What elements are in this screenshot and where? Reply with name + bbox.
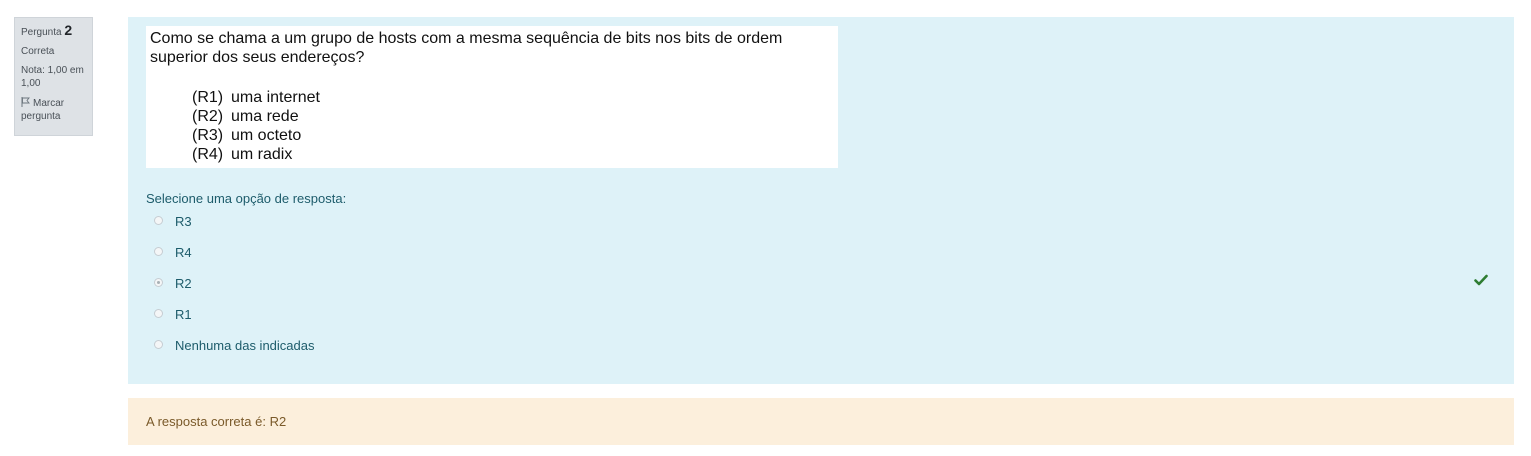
answer-label: Nenhuma das indicadas — [175, 338, 315, 353]
answer-options: R3 R4 R2 R1 Nenhuma das indicadas — [154, 214, 314, 369]
answer-option-r4[interactable]: R4 — [154, 245, 314, 276]
flag-question-link[interactable]: Marcar pergunta — [21, 97, 86, 123]
answer-option-r2[interactable]: R2 — [154, 276, 314, 307]
question-grade: Nota: 1,00 em 1,00 — [21, 65, 84, 89]
radio-button[interactable] — [154, 247, 163, 256]
question-option: (R1) uma internet — [192, 88, 320, 107]
option-text: um radix — [231, 146, 293, 163]
question-state: Correta — [21, 46, 55, 57]
option-text: uma internet — [231, 89, 320, 106]
answer-option-r1[interactable]: R1 — [154, 307, 314, 338]
option-code: (R1) — [192, 89, 224, 106]
option-code: (R4) — [192, 146, 224, 163]
flag-icon — [21, 97, 30, 107]
option-text: uma rede — [231, 108, 299, 125]
answer-prompt: Selecione uma opção de resposta: — [146, 191, 347, 206]
question-option: (R2) uma rede — [192, 107, 320, 126]
radio-button[interactable] — [154, 309, 163, 318]
answer-option-none[interactable]: Nenhuma das indicadas — [154, 338, 314, 369]
option-code: (R3) — [192, 127, 224, 144]
answer-label: R3 — [175, 214, 192, 229]
question-image: Como se chama a um grupo de hosts com a … — [146, 26, 838, 168]
question-option: (R3) um octeto — [192, 126, 320, 145]
feedback-text: A resposta correta é: R2 — [146, 414, 287, 429]
correct-answer-feedback: A resposta correta é: R2 — [128, 398, 1514, 445]
radio-button-selected[interactable] — [154, 278, 163, 287]
question-number-label: Pergunta 2 — [21, 22, 86, 39]
option-text: um octeto — [231, 127, 302, 144]
check-icon — [1474, 274, 1488, 286]
question-number: 2 — [64, 22, 73, 38]
answer-label: R4 — [175, 245, 192, 260]
question-info-panel: Pergunta 2 Correta Nota: 1,00 em 1,00 Ma… — [14, 17, 93, 136]
answer-label: R2 — [175, 276, 192, 291]
question-content: Como se chama a um grupo de hosts com a … — [128, 17, 1514, 384]
question-text: Como se chama a um grupo de hosts com a … — [150, 30, 783, 66]
answer-label: R1 — [175, 307, 192, 322]
answer-option-r3[interactable]: R3 — [154, 214, 314, 245]
radio-button[interactable] — [154, 216, 163, 225]
radio-button[interactable] — [154, 340, 163, 349]
option-code: (R2) — [192, 108, 224, 125]
question-label-text: Pergunta — [21, 27, 62, 38]
question-options-list: (R1) uma internet (R2) uma rede (R3) um oct… — [192, 88, 320, 164]
question-option: (R4) um radix — [192, 145, 320, 164]
